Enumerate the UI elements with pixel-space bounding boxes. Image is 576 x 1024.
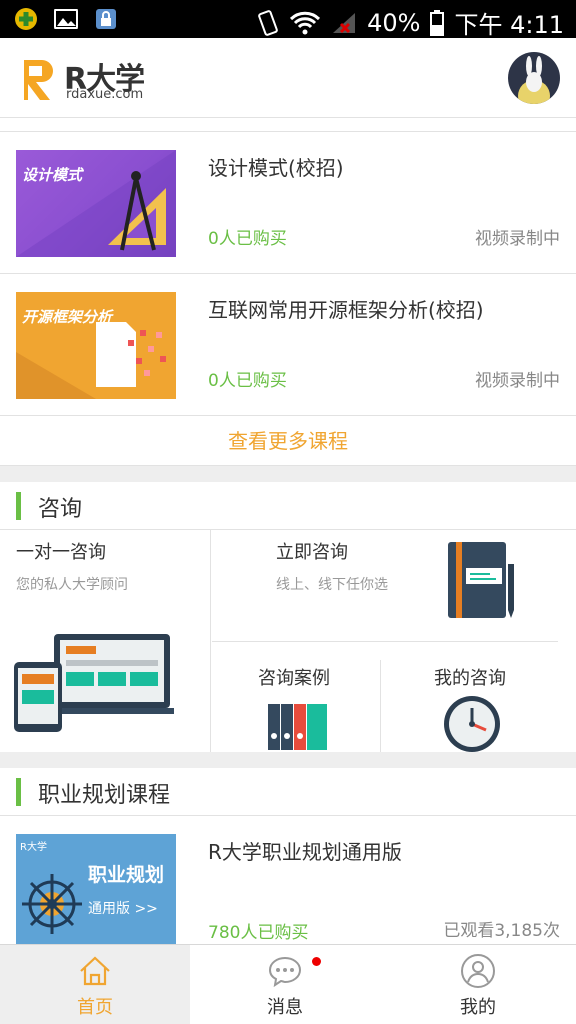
course-thumb-label: 开源框架分析 bbox=[22, 308, 113, 326]
course-thumb-label: 设计模式 bbox=[22, 166, 83, 184]
binders-icon bbox=[268, 704, 327, 750]
logo-subtitle: rdaxue.com bbox=[66, 87, 144, 102]
rabbit-avatar-icon bbox=[518, 56, 550, 104]
vibrate-icon bbox=[258, 9, 278, 36]
course-purchase-count: 0人已购买 bbox=[208, 371, 287, 391]
battery-percent: 40% bbox=[367, 8, 421, 37]
card-title: 立即咨询 bbox=[276, 542, 348, 563]
chat-icon bbox=[268, 956, 302, 988]
section-separator bbox=[0, 466, 576, 482]
consult-cases-card[interactable]: 咨询案例 bbox=[212, 660, 381, 752]
tab-label: 首页 bbox=[77, 997, 113, 1018]
course-item[interactable]: 开源框架分析 互联网常用开源框架分析(校招) 0人已购买 视频录制中 bbox=[0, 274, 576, 416]
course-thumbnail: 设计模式 bbox=[16, 150, 176, 257]
section-accent-bar bbox=[16, 492, 21, 520]
section-title: 咨询 bbox=[38, 497, 83, 522]
my-consult-card[interactable]: 我的咨询 bbox=[382, 660, 558, 752]
thumb-subtitle: 通用版 >> bbox=[88, 901, 158, 917]
card-title: 一对一咨询 bbox=[16, 542, 106, 563]
section-header-consult: 咨询 bbox=[0, 482, 576, 530]
battery-icon bbox=[430, 9, 445, 36]
course-item[interactable]: 设计模式 设计模式(校招) 0人已购买 视频录制中 bbox=[0, 132, 576, 274]
course-purchase-count: 0人已购买 bbox=[208, 229, 287, 249]
tab-mine[interactable]: 我的 bbox=[380, 945, 576, 1024]
image-icon bbox=[54, 9, 78, 29]
course-title: 互联网常用开源框架分析(校招) bbox=[208, 298, 484, 322]
card-subtitle: 您的私人大学顾问 bbox=[16, 577, 128, 593]
more-courses-link[interactable]: 查看更多课程 bbox=[0, 416, 576, 466]
app-notification-icon bbox=[15, 8, 37, 30]
card-title: 咨询案例 bbox=[258, 668, 330, 689]
logo[interactable]: R大学 rdaxue.com bbox=[20, 54, 170, 104]
notebook-icon bbox=[448, 542, 514, 618]
course-title: R大学职业规划通用版 bbox=[208, 840, 402, 864]
instant-consult-card[interactable]: 立即咨询 线上、线下任你选 bbox=[212, 530, 558, 642]
tab-label: 我的 bbox=[460, 997, 496, 1018]
home-icon bbox=[80, 956, 110, 986]
course-thumbnail: R大学 职业规划 通用版 >> bbox=[16, 834, 176, 944]
career-course-item[interactable]: R大学 职业规划 通用版 >> R大学职业规划通用版 780人已购买 已观看3,… bbox=[0, 816, 576, 944]
course-thumbnail: 开源框架分析 bbox=[16, 292, 176, 399]
tab-label: 消息 bbox=[267, 997, 303, 1018]
course-title: 设计模式(校招) bbox=[208, 156, 344, 180]
r-logo-icon bbox=[24, 60, 53, 100]
lock-icon bbox=[96, 9, 116, 29]
course-purchase-count: 780人已购买 bbox=[208, 923, 309, 943]
section-accent-bar bbox=[16, 778, 21, 806]
section-title: 职业规划课程 bbox=[38, 783, 171, 808]
compass-wheel-icon bbox=[22, 874, 82, 934]
course-status: 视频录制中 bbox=[475, 229, 560, 249]
clock-icon bbox=[444, 696, 500, 752]
thumb-brand: R大学 bbox=[20, 842, 47, 853]
app-header: R大学 rdaxue.com bbox=[0, 38, 576, 118]
one-on-one-consult-card[interactable]: 一对一咨询 您的私人大学顾问 bbox=[0, 530, 211, 752]
status-bar: 40% 下午 4:11 bbox=[0, 0, 576, 39]
divider bbox=[0, 118, 576, 132]
course-view-count: 已观看3,185次 bbox=[443, 921, 560, 941]
thumb-title: 职业规划 bbox=[88, 864, 165, 886]
unread-dot bbox=[312, 957, 321, 966]
avatar[interactable] bbox=[508, 52, 560, 104]
main-content: 设计模式 设计模式(校招) 0人已购买 视频录制中 开源框架分析 互联网常用开源… bbox=[0, 118, 576, 944]
card-title: 我的咨询 bbox=[434, 668, 506, 689]
user-icon bbox=[461, 954, 495, 988]
wifi-icon bbox=[290, 11, 321, 34]
course-status: 视频录制中 bbox=[475, 371, 560, 391]
tab-home[interactable]: 首页 bbox=[0, 945, 190, 1024]
signal-icon bbox=[333, 12, 356, 33]
consult-grid: 一对一咨询 您的私人大学顾问 立即咨询 线上、线下任你选 咨询案例 我的咨询 bbox=[0, 530, 576, 752]
section-separator bbox=[0, 752, 576, 768]
card-subtitle: 线上、线下任你选 bbox=[276, 577, 388, 593]
clock: 下午 4:11 bbox=[454, 11, 564, 39]
section-header-career: 职业规划课程 bbox=[0, 768, 576, 816]
devices-icon bbox=[14, 634, 174, 732]
tab-messages[interactable]: 消息 bbox=[190, 945, 380, 1024]
bottom-nav: 首页 消息 我的 bbox=[0, 944, 576, 1024]
